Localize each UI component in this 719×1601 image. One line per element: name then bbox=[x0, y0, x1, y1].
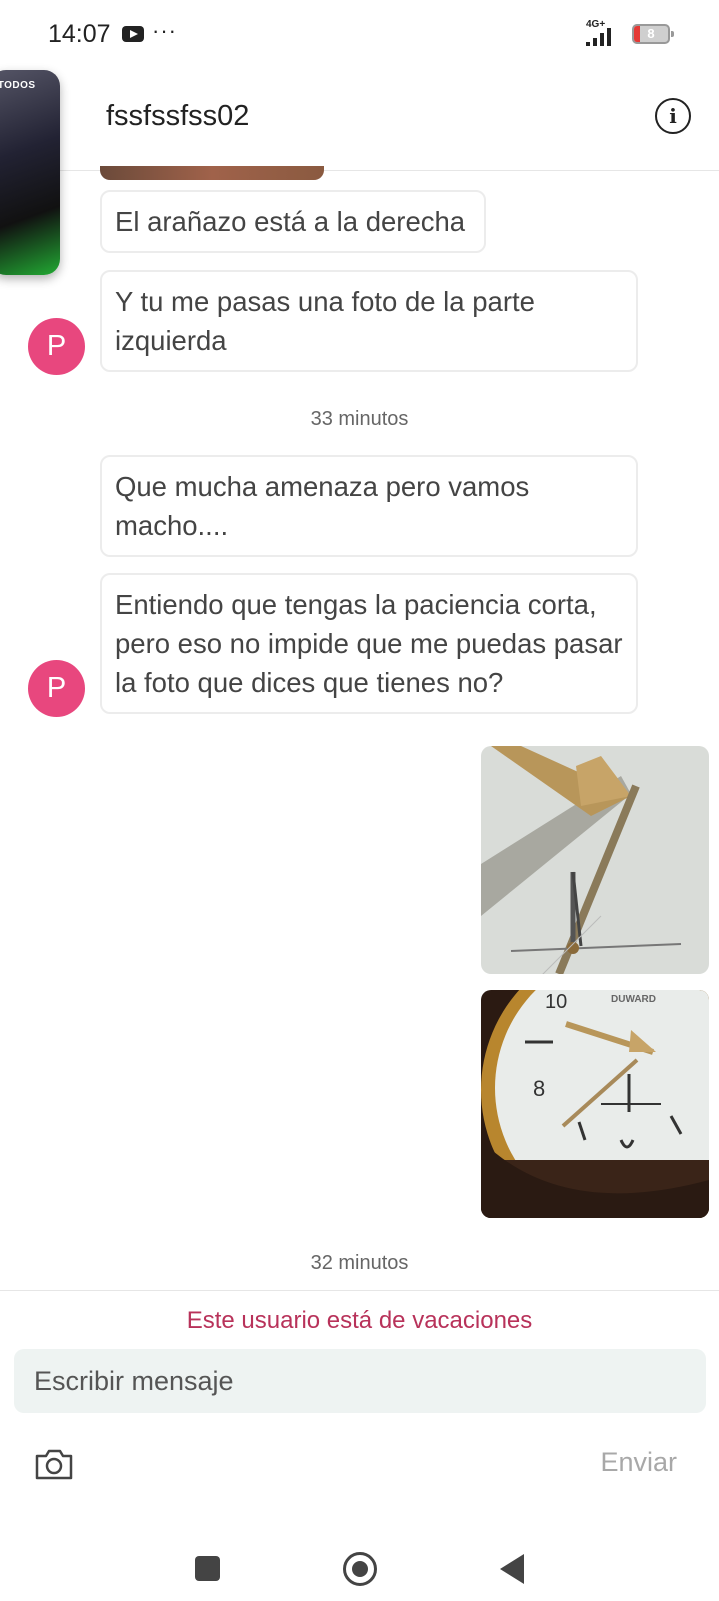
info-icon[interactable]: i bbox=[655, 98, 691, 134]
photo-message[interactable]: 10 DUWARD 8 bbox=[481, 990, 709, 1218]
signal-icon: 4G+ bbox=[586, 19, 611, 46]
timestamp-separator: 32 minutos bbox=[310, 1252, 409, 1274]
send-button[interactable]: Enviar bbox=[600, 1447, 677, 1478]
navigation-bar bbox=[0, 1520, 719, 1600]
network-type: 4G+ bbox=[586, 19, 605, 30]
chat-header: fssfssfss02 i bbox=[0, 64, 719, 171]
nav-home-icon[interactable] bbox=[343, 1552, 377, 1586]
chat-username[interactable]: fssfssfss02 bbox=[106, 100, 249, 133]
nav-back-icon[interactable] bbox=[500, 1554, 524, 1584]
nav-recent-icon[interactable] bbox=[195, 1556, 220, 1581]
watch-brand: DUWARD bbox=[611, 994, 656, 1005]
photo-message[interactable] bbox=[481, 746, 709, 974]
message-text: El arañazo está a la derecha bbox=[115, 206, 466, 237]
youtube-icon bbox=[122, 26, 144, 42]
picture-in-picture-window[interactable]: UTODOS bbox=[0, 70, 60, 275]
watch-numeral-8: 8 bbox=[533, 1076, 545, 1101]
vacation-notice: Este usuario está de vacaciones bbox=[186, 1307, 533, 1334]
message-text: Que mucha amenaza pero vamos macho.... bbox=[115, 471, 530, 541]
timestamp-separator: 33 minutos bbox=[310, 408, 409, 430]
battery-icon: 8 bbox=[632, 24, 674, 44]
message-bubble: Entiendo que tengas la paciencia corta, … bbox=[100, 573, 638, 714]
battery-level: 8 bbox=[647, 26, 655, 41]
message-bubble: Que mucha amenaza pero vamos macho.... bbox=[100, 455, 638, 557]
message-text: Entiendo que tengas la paciencia corta, … bbox=[115, 589, 623, 698]
avatar[interactable]: P bbox=[28, 660, 85, 717]
message-input[interactable] bbox=[14, 1349, 706, 1413]
more-notifications-icon: ··· bbox=[152, 18, 177, 43]
message-bubble: Y tu me pasas una foto de la parte izqui… bbox=[100, 270, 638, 372]
status-time: 14:07 bbox=[48, 20, 111, 48]
watch-numeral-10: 10 bbox=[545, 991, 567, 1013]
previous-photo-edge[interactable] bbox=[100, 166, 324, 180]
pip-label: UTODOS bbox=[0, 80, 36, 91]
message-text: Y tu me pasas una foto de la parte izqui… bbox=[115, 286, 535, 356]
avatar[interactable]: P bbox=[28, 318, 85, 375]
camera-icon[interactable] bbox=[34, 1447, 74, 1481]
message-bubble: El arañazo está a la derecha bbox=[100, 190, 486, 253]
status-bar: 14:07 ··· 4G+ 8 bbox=[0, 0, 719, 64]
